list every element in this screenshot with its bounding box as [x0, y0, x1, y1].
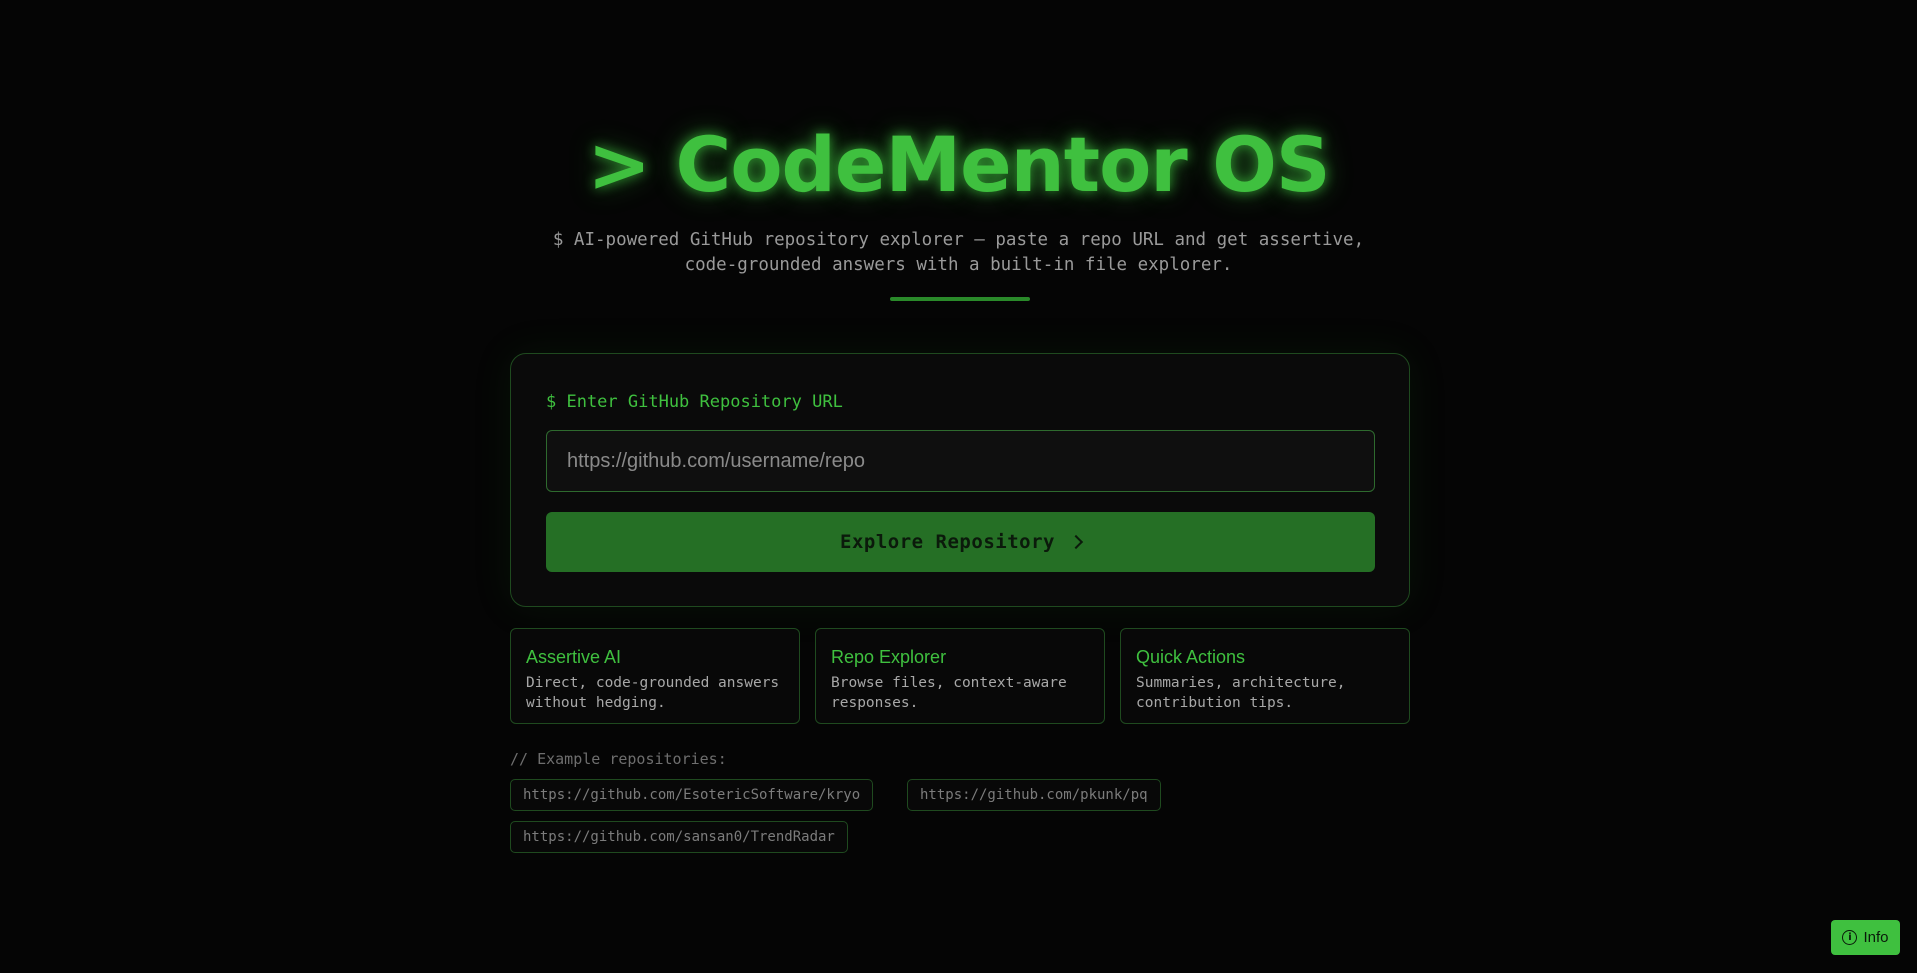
example-repo-chip[interactable]: https://github.com/pkunk/pq: [907, 779, 1161, 811]
feature-title: Quick Actions: [1136, 647, 1246, 667]
example-repo-chip[interactable]: https://github.com/EsotericSoftware/kryo: [510, 779, 874, 811]
example-repo-chip[interactable]: https://github.com/sansan0/TrendRadar: [510, 821, 848, 853]
explore-repository-button[interactable]: Explore Repository: [546, 512, 1375, 572]
subtitle-line-1: $ AI-powered GitHub repository explorer …: [552, 230, 1365, 250]
features-row: Assertive AI Direct, code-grounded answe…: [510, 628, 1410, 724]
page-title: > CodeMentor OS: [587, 120, 1330, 209]
explore-repository-label: Explore Repository: [840, 531, 1055, 553]
repo-url-label: $ Enter GitHub Repository URL: [546, 392, 843, 412]
feature-description: Direct, code-grounded answers without he…: [526, 675, 780, 711]
landing-page: > CodeMentor OS $ AI-powered GitHub repo…: [0, 0, 1917, 973]
feature-card-assertive-ai: Assertive AI Direct, code-grounded answe…: [510, 628, 800, 724]
feature-description: Summaries, architecture, contribution ti…: [1136, 675, 1346, 711]
feature-card-quick-actions: Quick Actions Summaries, architecture, c…: [1120, 628, 1410, 724]
feature-description: Browse files, context-aware responses.: [831, 675, 1067, 711]
chevron-right-icon: [1068, 534, 1084, 550]
info-button-label: Info: [1863, 929, 1889, 946]
repo-url-card: $ Enter GitHub Repository URL Explore Re…: [510, 353, 1410, 607]
page-subtitle: $ AI-powered GitHub repository explorer …: [0, 228, 1917, 278]
subtitle-line-2: code-grounded answers with a built-in fi…: [684, 255, 1233, 275]
feature-title: Assertive AI: [526, 647, 622, 667]
feature-title: Repo Explorer: [831, 647, 947, 667]
feature-card-repo-explorer: Repo Explorer Browse files, context-awar…: [815, 628, 1105, 724]
info-circle-icon: i: [1842, 930, 1858, 945]
info-button[interactable]: i Info: [1831, 920, 1900, 955]
title-divider: [890, 297, 1030, 301]
repo-url-input[interactable]: [546, 430, 1375, 492]
examples-label: // Example repositories:: [510, 750, 727, 768]
